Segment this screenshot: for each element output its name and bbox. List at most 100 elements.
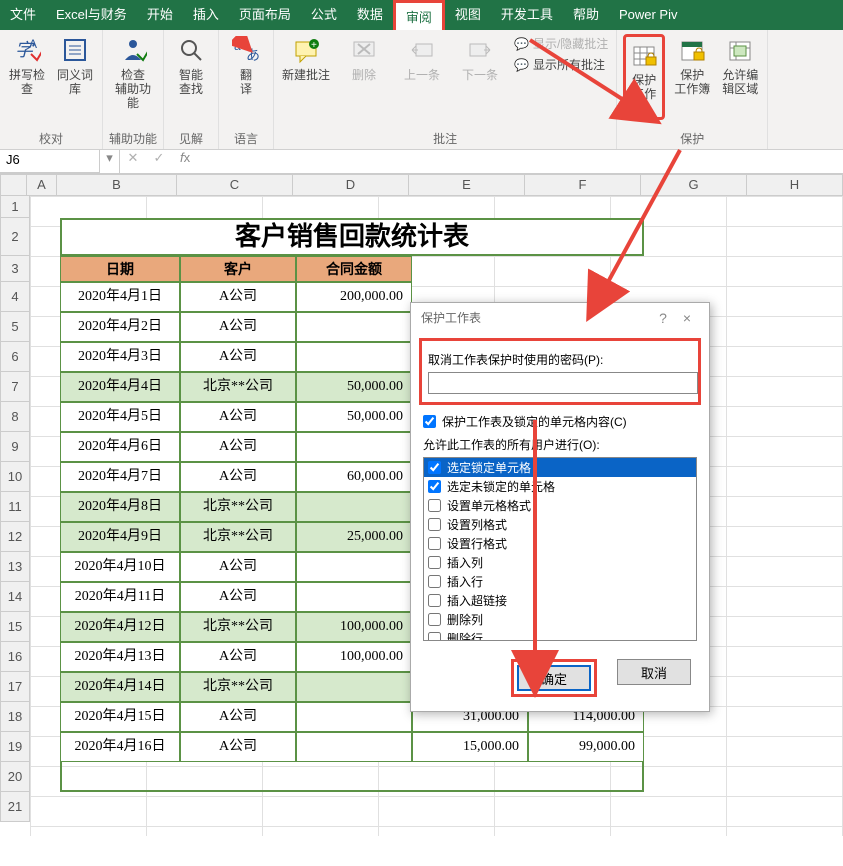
cell[interactable]: 2020年4月5日 (60, 402, 180, 432)
row-head-19[interactable]: 19 (0, 732, 30, 762)
row-head-15[interactable]: 15 (0, 612, 30, 642)
permissions-listbox[interactable]: 选定锁定单元格选定未锁定的单元格设置单元格格式设置列格式设置行格式插入列插入行插… (423, 457, 697, 641)
permission-checkbox[interactable] (428, 518, 441, 531)
dialog-close-icon[interactable]: × (675, 310, 699, 326)
ribbon-pbook[interactable]: 保护工作簿 (671, 34, 713, 96)
row-head-20[interactable]: 20 (0, 762, 30, 792)
tab-开始[interactable]: 开始 (137, 0, 183, 30)
ok-button[interactable]: 确定 (517, 665, 591, 691)
cell[interactable]: 100,000.00 (296, 612, 412, 642)
permission-checkbox[interactable] (428, 499, 441, 512)
permission-option[interactable]: 插入行 (424, 572, 696, 591)
ribbon-psheet[interactable]: 保护工作表 (623, 34, 665, 120)
row-head-14[interactable]: 14 (0, 582, 30, 612)
password-input[interactable] (428, 372, 698, 394)
permission-checkbox[interactable] (428, 613, 441, 626)
col-head-E[interactable]: E (409, 174, 525, 196)
ribbon-spell[interactable]: 字A拼写检查 (6, 34, 48, 96)
permission-checkbox[interactable] (428, 480, 441, 493)
col-head-D[interactable]: D (293, 174, 409, 196)
cell[interactable]: 60,000.00 (296, 462, 412, 492)
row-head-10[interactable]: 10 (0, 462, 30, 492)
ribbon-access[interactable]: 检查辅助功能 (112, 34, 154, 110)
row-head-4[interactable]: 4 (0, 282, 30, 312)
tab-数据[interactable]: 数据 (347, 0, 393, 30)
row-head-13[interactable]: 13 (0, 552, 30, 582)
tab-审阅[interactable]: 审阅 (393, 0, 445, 30)
cell[interactable]: A公司 (180, 642, 296, 672)
cell[interactable]: 2020年4月11日 (60, 582, 180, 612)
permission-checkbox[interactable] (428, 594, 441, 607)
permission-option[interactable]: 删除行 (424, 629, 696, 641)
col-head-B[interactable]: B (57, 174, 177, 196)
cell[interactable]: 99,000.00 (528, 732, 644, 762)
tab-页面布局[interactable]: 页面布局 (229, 0, 301, 30)
cell[interactable]: 100,000.00 (296, 642, 412, 672)
col-head-H[interactable]: H (747, 174, 843, 196)
permission-checkbox[interactable] (428, 575, 441, 588)
cell[interactable]: 北京**公司 (180, 492, 296, 522)
cell[interactable]: A公司 (180, 342, 296, 372)
row-head-3[interactable]: 3 (0, 256, 30, 282)
cell[interactable]: 2020年4月13日 (60, 642, 180, 672)
cell[interactable]: 25,000.00 (296, 522, 412, 552)
col-head-F[interactable]: F (525, 174, 641, 196)
ribbon-trans[interactable]: aあ翻译 (225, 34, 267, 96)
permission-option[interactable]: 设置单元格格式 (424, 496, 696, 515)
permission-checkbox[interactable] (428, 537, 441, 550)
cell[interactable]: A公司 (180, 432, 296, 462)
dialog-help-icon[interactable]: ? (651, 310, 675, 326)
col-head-A[interactable]: A (27, 174, 57, 196)
col-head-G[interactable]: G (641, 174, 747, 196)
fx-icon[interactable]: fx (172, 150, 198, 173)
permission-option[interactable]: 设置行格式 (424, 534, 696, 553)
permission-option[interactable]: 插入列 (424, 553, 696, 572)
row-head-11[interactable]: 11 (0, 492, 30, 522)
permission-option[interactable]: 选定未锁定的单元格 (424, 477, 696, 496)
cell[interactable]: 2020年4月12日 (60, 612, 180, 642)
ribbon-newc[interactable]: +新建批注 (280, 34, 332, 82)
cell[interactable]: 50,000.00 (296, 372, 412, 402)
cell[interactable]: 北京**公司 (180, 672, 296, 702)
name-box[interactable]: J6 (0, 150, 100, 173)
cell[interactable]: A公司 (180, 552, 296, 582)
cell[interactable]: 15,000.00 (412, 732, 528, 762)
cell[interactable]: 2020年4月10日 (60, 552, 180, 582)
row-head-8[interactable]: 8 (0, 402, 30, 432)
cell[interactable]: A公司 (180, 282, 296, 312)
cell[interactable]: 2020年4月8日 (60, 492, 180, 522)
tab-Power Piv[interactable]: Power Piv (609, 0, 688, 30)
permission-checkbox[interactable] (428, 556, 441, 569)
tab-文件[interactable]: 文件 (0, 0, 46, 30)
cell[interactable]: 2020年4月15日 (60, 702, 180, 732)
tab-公式[interactable]: 公式 (301, 0, 347, 30)
cell[interactable] (296, 702, 412, 732)
cell[interactable]: 2020年4月9日 (60, 522, 180, 552)
cell[interactable]: 50,000.00 (296, 402, 412, 432)
cell[interactable]: 2020年4月6日 (60, 432, 180, 462)
row-head-21[interactable]: 21 (0, 792, 30, 822)
cell[interactable] (296, 732, 412, 762)
tab-视图[interactable]: 视图 (445, 0, 491, 30)
row-head-16[interactable]: 16 (0, 642, 30, 672)
permission-option[interactable]: 插入超链接 (424, 591, 696, 610)
select-all-corner[interactable] (0, 174, 27, 196)
tab-Excel与财务[interactable]: Excel与财务 (46, 0, 137, 30)
cell[interactable]: 北京**公司 (180, 612, 296, 642)
permission-option[interactable]: 选定锁定单元格 (424, 458, 696, 477)
permission-checkbox[interactable] (428, 632, 441, 641)
ribbon-small-item[interactable]: 💬显示所有批注 (512, 55, 610, 74)
cell[interactable]: 2020年4月2日 (60, 312, 180, 342)
cell[interactable]: 2020年4月14日 (60, 672, 180, 702)
cell[interactable] (296, 672, 412, 702)
row-head-5[interactable]: 5 (0, 312, 30, 342)
cell[interactable]: A公司 (180, 402, 296, 432)
permission-option[interactable]: 设置列格式 (424, 515, 696, 534)
cell[interactable] (296, 342, 412, 372)
ribbon-thes[interactable]: 同义词库 (54, 34, 96, 96)
formula-input[interactable] (198, 150, 843, 173)
cell[interactable] (296, 492, 412, 522)
row-head-2[interactable]: 2 (0, 218, 30, 256)
cell[interactable] (296, 432, 412, 462)
cell[interactable]: A公司 (180, 462, 296, 492)
